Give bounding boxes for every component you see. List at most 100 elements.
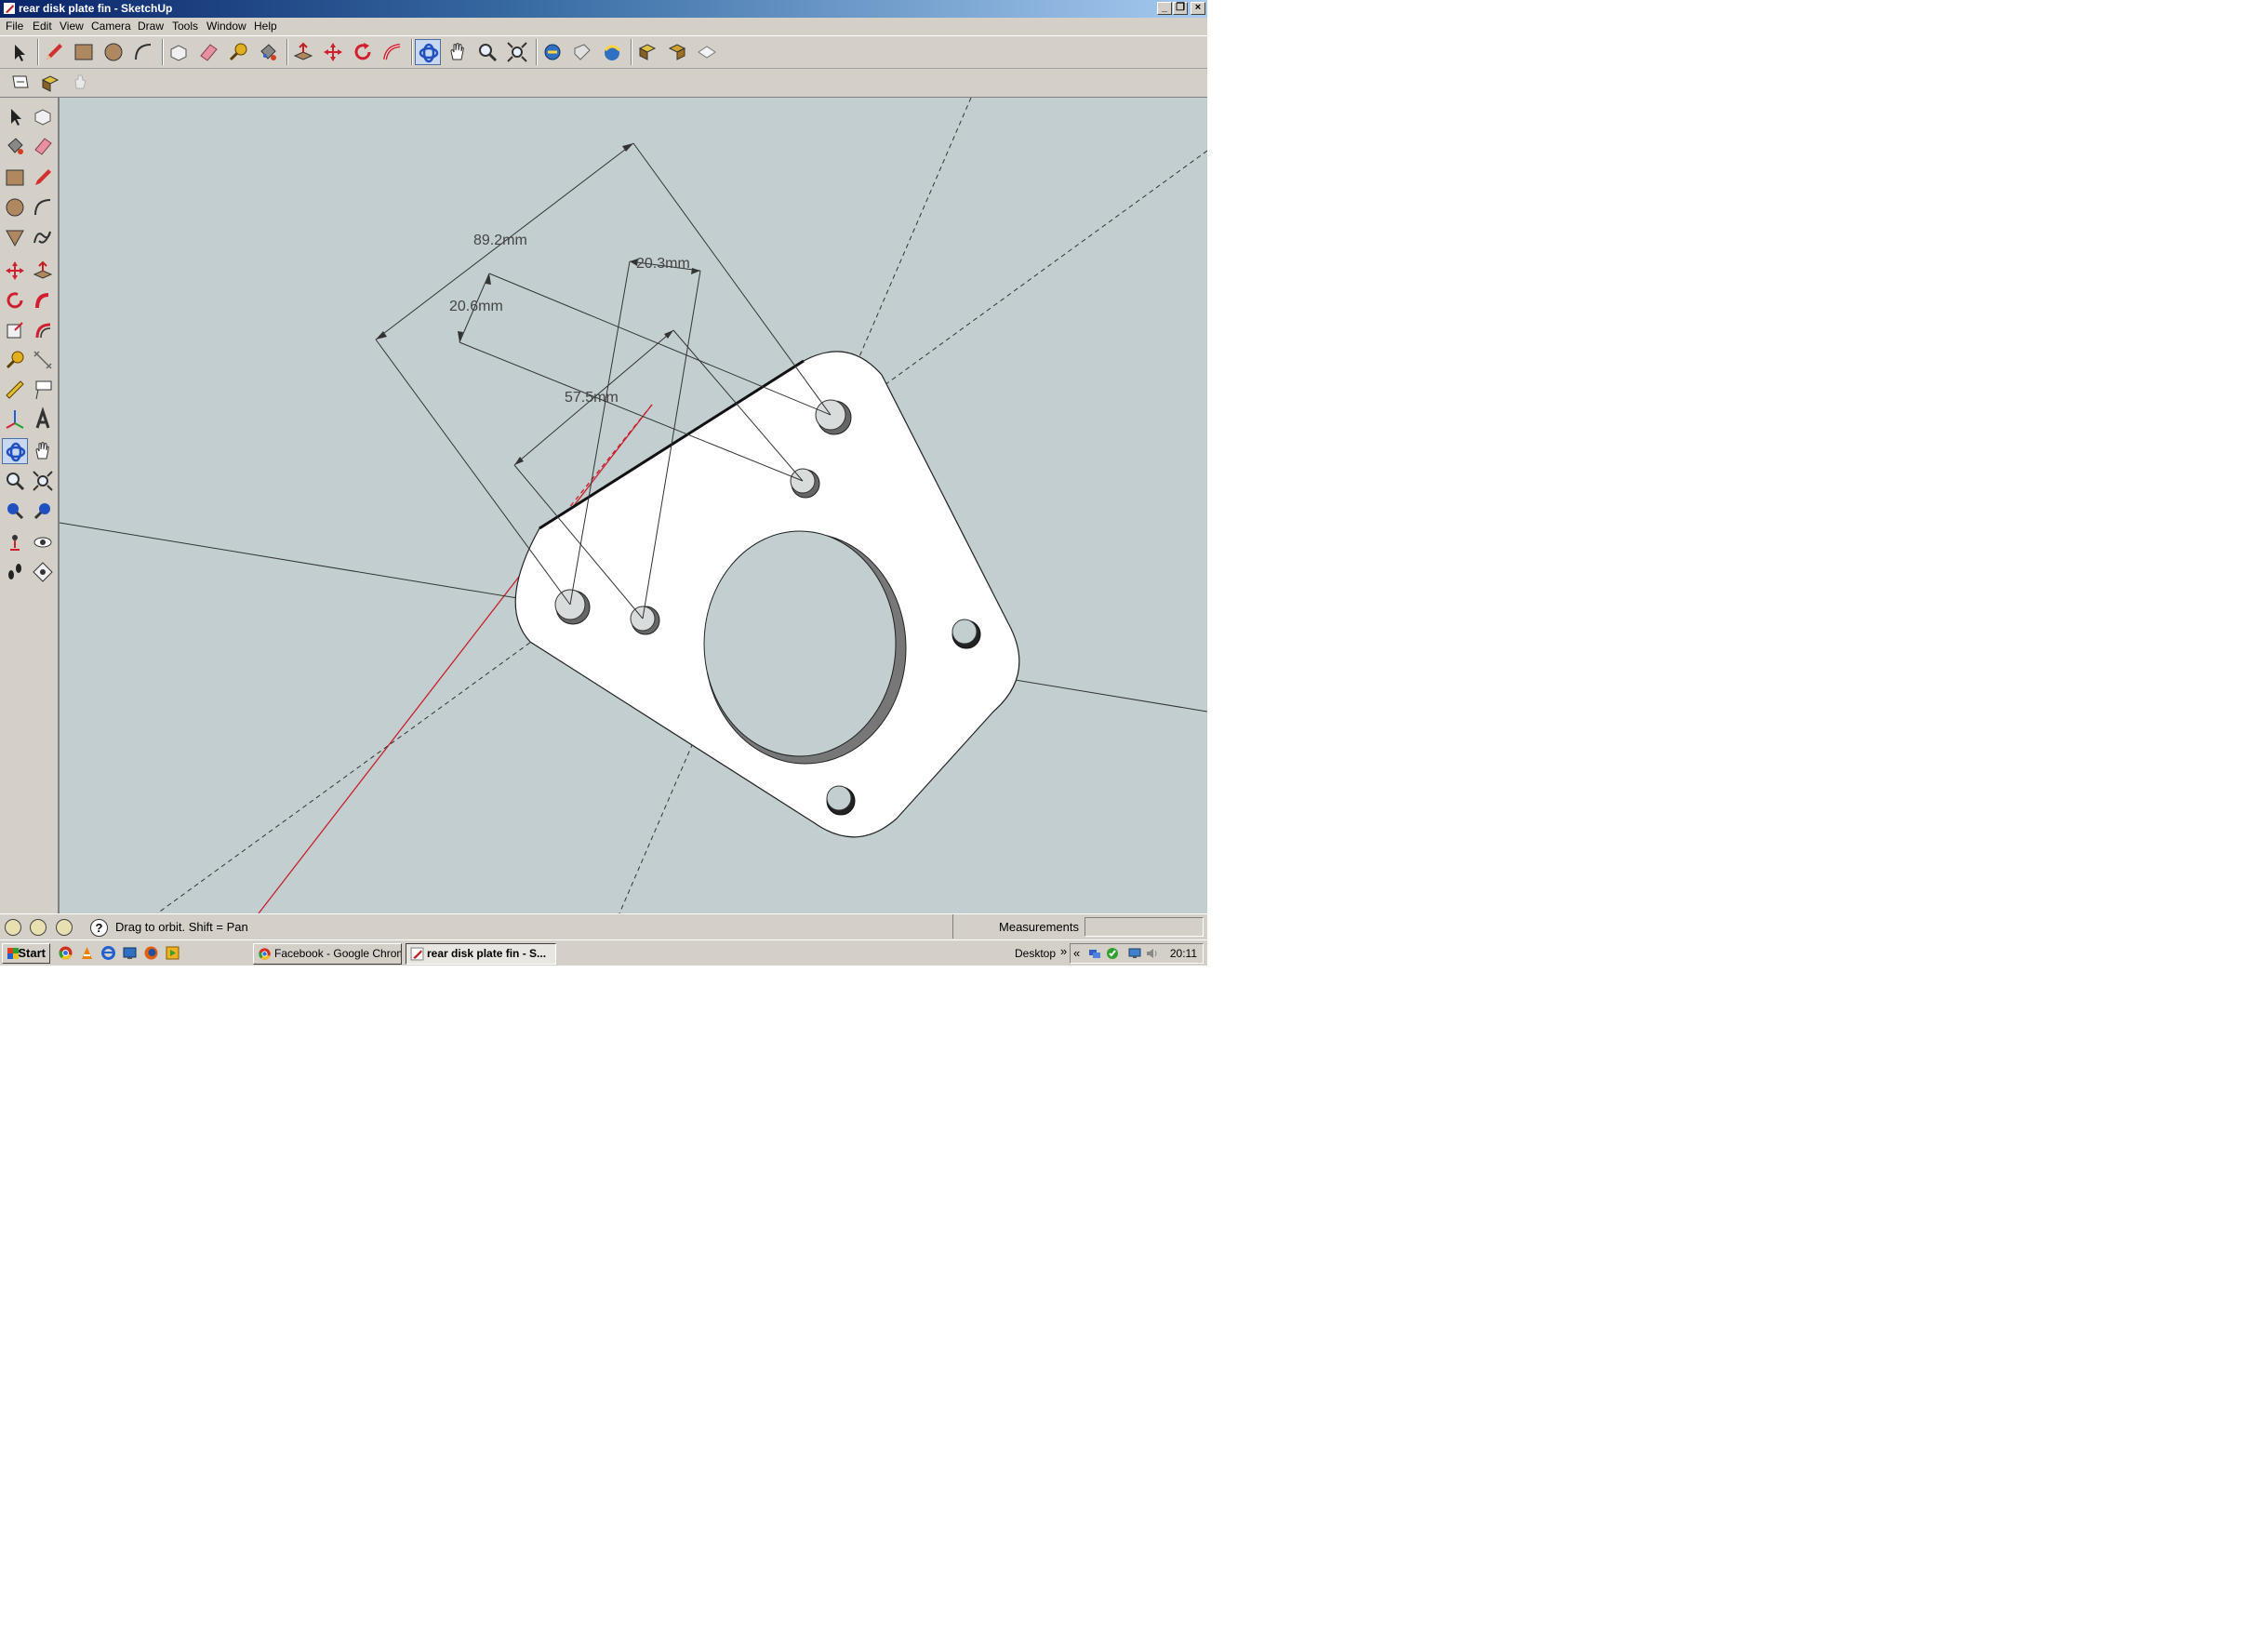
palette-protractor-button[interactable] [2,377,28,403]
add-location-button[interactable] [664,39,690,65]
eraser-tool-button[interactable] [195,39,221,65]
sandbox-tool-button[interactable] [37,69,63,95]
palette-zoom-window-button[interactable] [30,468,56,494]
paint-bucket-tool-button[interactable] [255,39,281,65]
palette-look-around-button[interactable] [30,529,56,555]
palette-arc-button[interactable] [30,194,56,220]
volume-icon[interactable] [1145,947,1158,960]
internet-explorer-icon[interactable] [100,945,116,961]
credits-icon[interactable] [30,919,47,936]
palette-text-button[interactable] [30,377,56,403]
palette-scale-button[interactable] [2,317,28,343]
palette-follow-me-button[interactable] [30,287,56,313]
menu-draw[interactable]: Draw [138,18,164,35]
task-button-chrome[interactable]: Facebook - Google Chrome [253,943,402,965]
orbit-tool-button[interactable] [415,39,441,65]
walk-tool-button[interactable] [7,69,33,95]
menu-tools[interactable]: Tools [172,18,198,35]
toolbar-chevron[interactable]: » [1060,940,1067,963]
photo-textures-button[interactable] [634,39,660,65]
palette-axes-button[interactable] [2,406,28,433]
get-models-button[interactable] [539,39,566,65]
palette-push-pull-button[interactable] [30,258,56,284]
palette-select-button[interactable] [2,103,28,129]
palette-walk-button[interactable] [2,559,28,585]
menu-help[interactable]: Help [254,18,277,35]
tape-measure-tool-button[interactable] [225,39,251,65]
dimension-label[interactable]: 89.2mm [473,233,527,249]
start-button[interactable]: Start [2,943,50,964]
palette-offset-button[interactable] [30,317,56,343]
model-canvas[interactable] [60,98,1207,913]
palette-polygon-button[interactable] [2,224,28,250]
antivirus-icon[interactable] [1106,947,1119,960]
palette-circle-button[interactable] [2,194,28,220]
geo-location-icon[interactable] [5,919,21,936]
rotate-tool-button[interactable] [350,39,376,65]
move-tool-button[interactable] [320,39,346,65]
show-desktop-icon[interactable] [122,945,138,961]
follow-me-tool-button[interactable] [379,39,406,65]
dimension-label[interactable]: 20.6mm [449,299,503,315]
zoom-extents-tool-button[interactable] [504,39,530,65]
rectangle-tool-button[interactable] [71,39,97,65]
tray-expand-chevron[interactable]: « [1073,944,1080,963]
chrome-icon[interactable] [58,945,73,961]
select-tool-button[interactable] [6,39,32,65]
title-bar[interactable]: rear disk plate fin - SketchUp _ ❐ × [0,0,1207,18]
firefox-icon[interactable] [143,945,159,961]
desktop-toolbar-label[interactable]: Desktop [1015,940,1056,966]
palette-rotate-button[interactable] [2,287,28,313]
zoom-tool-button[interactable] [474,39,500,65]
arc-tool-button[interactable] [130,39,156,65]
drawing-viewport[interactable]: 89.2mm 20.3mm 20.6mm 57.5mm [60,98,1207,913]
pencil-tool-button[interactable] [41,39,67,65]
bolt-hole[interactable] [952,619,981,649]
palette-paint-button[interactable] [2,133,28,159]
palette-zoom-button[interactable] [2,468,28,494]
menu-edit[interactable]: Edit [33,18,52,35]
dimension-label[interactable]: 20.3mm [636,256,690,273]
share-component-button[interactable] [599,39,625,65]
pan-tool-button[interactable] [445,39,471,65]
palette-orbit-button[interactable] [2,438,28,464]
make-component-button[interactable] [166,39,192,65]
vlc-icon[interactable] [79,945,95,961]
bolt-hole[interactable] [554,589,591,625]
clock[interactable]: 20:11 [1170,944,1197,963]
bolt-hole[interactable] [826,785,856,816]
maximize-button[interactable]: ❐ [1173,2,1188,15]
palette-component-button[interactable] [30,103,56,129]
circle-tool-button[interactable] [100,39,126,65]
menu-file[interactable]: File [6,18,23,35]
push-pull-tool-button[interactable] [290,39,316,65]
network-icon[interactable] [1088,947,1101,960]
dimension-label[interactable]: 57.5mm [565,390,619,406]
palette-freehand-button[interactable] [30,224,56,250]
palette-position-camera-button[interactable] [2,529,28,555]
palette-tape-measure-button[interactable] [2,347,28,373]
menu-window[interactable]: Window [206,18,246,35]
measurements-input[interactable] [1085,917,1204,937]
disabled-tool-button[interactable] [67,69,93,95]
palette-eraser-button[interactable] [30,133,56,159]
close-button[interactable]: × [1191,2,1205,15]
palette-3d-text-button[interactable] [30,406,56,433]
menu-camera[interactable]: Camera [91,18,131,35]
palette-move-button[interactable] [2,258,28,284]
palette-rectangle-button[interactable] [2,165,28,191]
palette-dimension-button[interactable] [30,347,56,373]
help-icon[interactable]: ? [90,919,108,937]
share-model-button[interactable] [569,39,595,65]
menu-view[interactable]: View [60,18,84,35]
user-icon[interactable] [56,919,73,936]
palette-next-view-button[interactable] [30,498,56,524]
toggle-terrain-button[interactable] [694,39,720,65]
palette-section-plane-button[interactable] [30,559,56,585]
palette-pan-button[interactable] [30,438,56,464]
bolt-hole[interactable] [630,606,660,635]
task-button-sketchup[interactable]: rear disk plate fin - S... [406,943,556,965]
palette-pencil-button[interactable] [30,165,56,191]
minimize-button[interactable]: _ [1157,2,1172,15]
palette-previous-view-button[interactable] [2,498,28,524]
